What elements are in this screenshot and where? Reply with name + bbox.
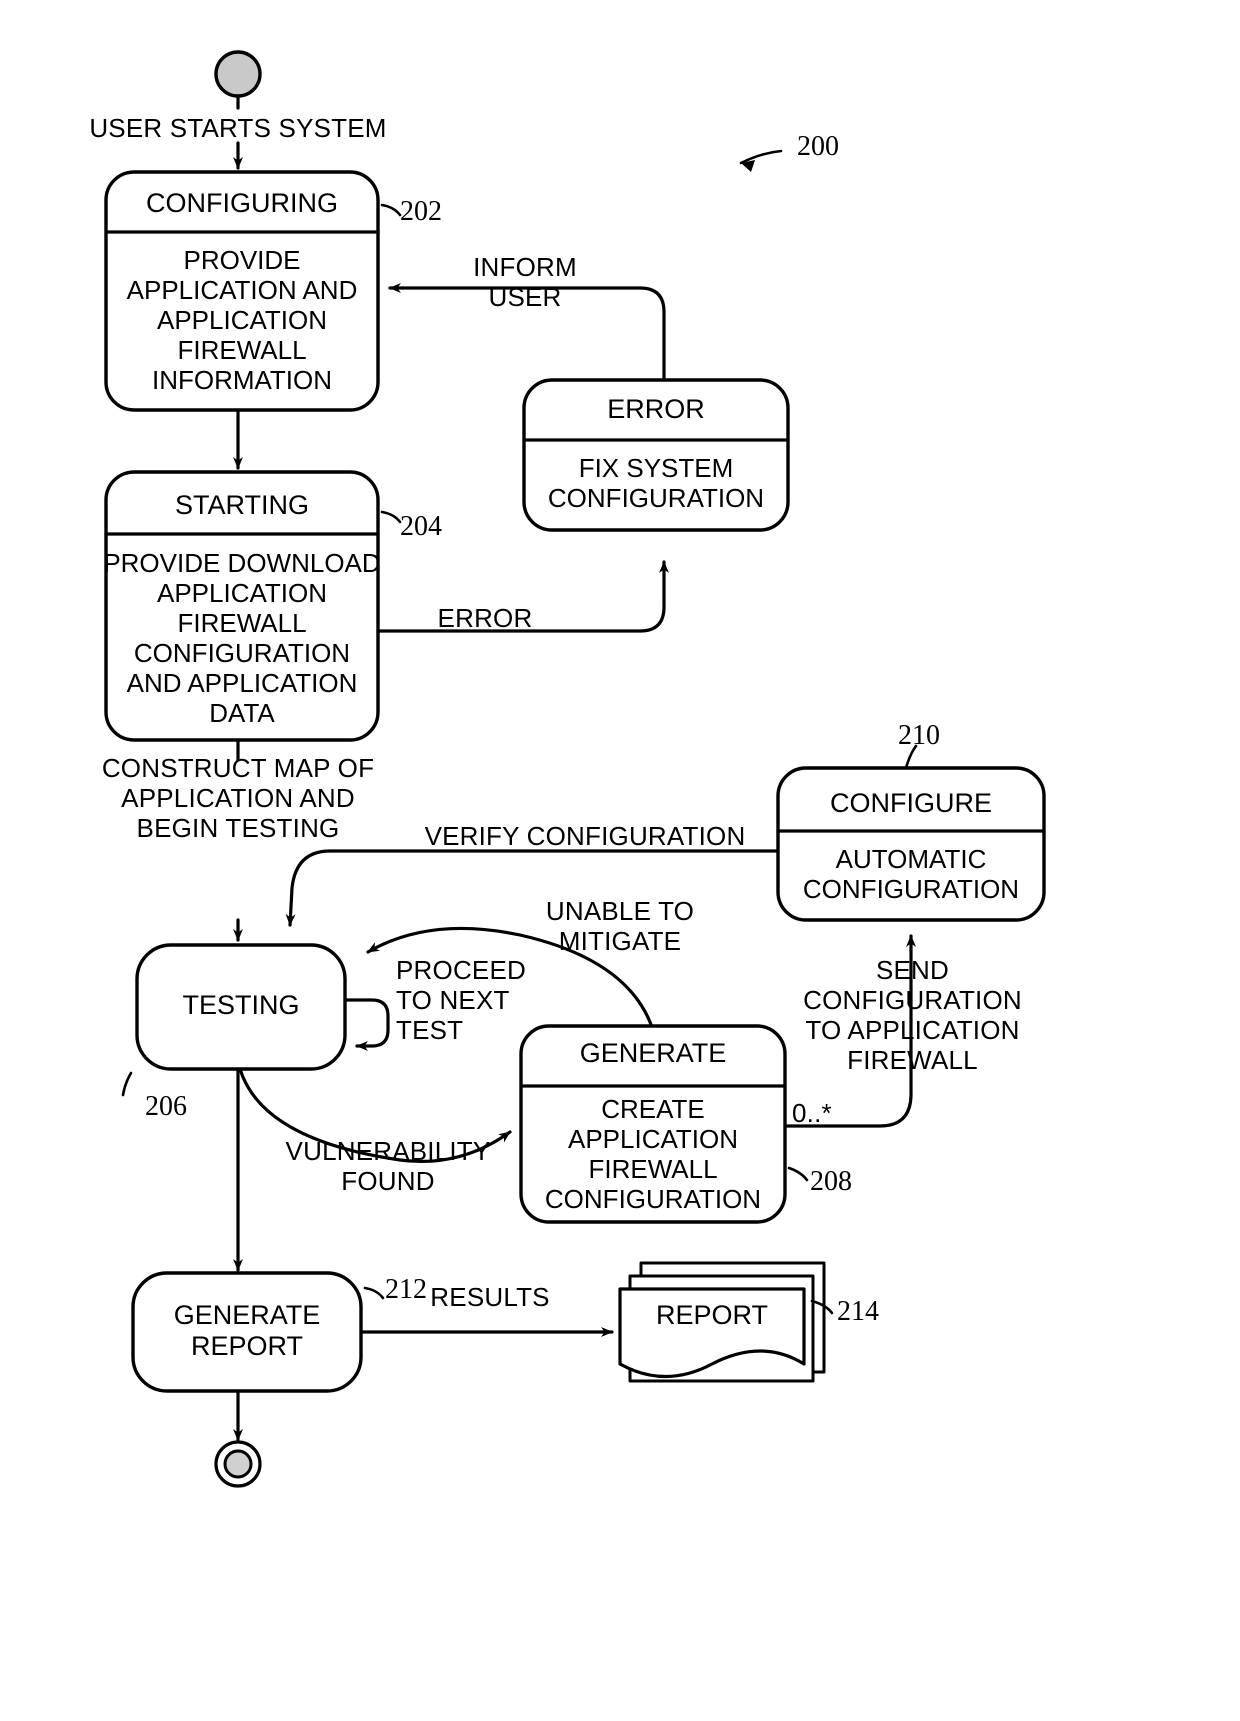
transition-label-results: RESULTS [430,1282,550,1312]
final-state-inner [223,1449,253,1479]
artifact-title-report: REPORT [655,1300,769,1330]
state-title-error: ERROR [607,394,705,424]
state-body-starting: PROVIDE DOWNLOAD APPLICATION FIREWALL CO… [103,548,381,728]
reference-number-204: 204 [400,511,442,542]
reference-number-208: 208 [810,1166,852,1197]
state-title-configure: CONFIGURE [830,788,992,818]
leader-212 [363,1286,385,1300]
state-title-starting: STARTING [174,490,309,520]
reference-number-202: 202 [400,196,442,227]
transition-label-send-configuration: SEND CONFIGURATION TO APPLICATION FIREWA… [803,955,1022,1075]
state-title-generate-report: GENERATE REPORT [173,1300,321,1361]
reference-number-214: 214 [837,1296,879,1327]
transition-label-vulnerability-found: VULNERABILITY FOUND [285,1136,491,1196]
state-title-testing: TESTING [182,990,300,1020]
transition-label-unable-to-mitigate: UNABLE TO MITIGATE [545,896,695,956]
transition-label-proceed-to-next-test: PROCEED TO NEXT TEST [396,955,526,1045]
leader-204 [380,510,402,524]
state-title-configuring: CONFIGURING [146,188,338,218]
figure-reference-number: 200 [797,131,839,162]
state-body-error: FIX SYSTEM CONFIGURATION [547,453,765,513]
state-body-generate: CREATE APPLICATION FIREWALL CONFIGURATIO… [544,1094,762,1214]
leader-208 [787,1166,809,1182]
state-body-configure: AUTOMATIC CONFIGURATION [802,844,1020,904]
state-title-generate: GENERATE [579,1038,727,1068]
reference-number-206: 206 [145,1091,187,1122]
state-body-configuring: PROVIDE APPLICATION AND APPLICATION FIRE… [126,245,358,395]
reference-number-210: 210 [898,720,940,751]
transition-label-user-starts-system: USER STARTS SYSTEM [89,113,387,143]
leader-206 [121,1071,133,1097]
transition-label-inform-user: INFORM USER [473,252,577,312]
transition-label-verify-configuration: VERIFY CONFIGURATION [424,821,746,851]
figure-canvas: 200 USER STARTS SYSTEM CONFIGURING PROVI… [0,0,1240,1721]
transition-label-error: ERROR [437,603,533,633]
leader-202 [380,203,402,217]
transition-label-construct-map: CONSTRUCT MAP OF APPLICATION AND BEGIN T… [101,753,375,843]
multiplicity-label-generate: 0..* [792,1098,832,1128]
leader-200 [739,149,783,165]
edge-testing-self-loop [343,998,390,1051]
initial-state-marker [214,50,262,98]
